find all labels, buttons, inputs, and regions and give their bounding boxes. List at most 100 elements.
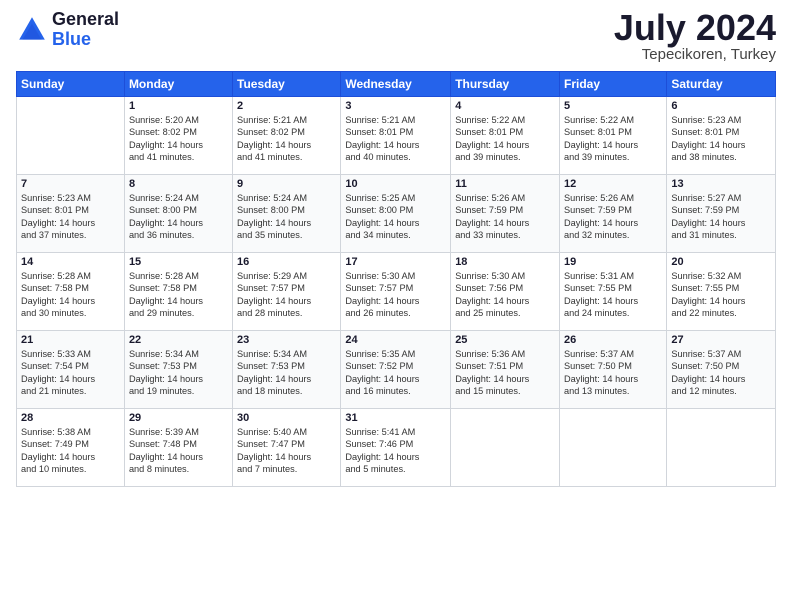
logo-text: General Blue <box>52 10 119 50</box>
day-number: 10 <box>345 178 446 190</box>
day-number: 8 <box>129 178 228 190</box>
day-cell <box>17 97 125 175</box>
day-cell: 25 Sunrise: 5:36 AM Sunset: 7:51 PM Dayli… <box>451 331 560 409</box>
day-number: 16 <box>237 256 336 268</box>
col-wednesday: Wednesday <box>341 72 451 97</box>
day-cell: 16 Sunrise: 5:29 AM Sunset: 7:57 PM Dayli… <box>233 253 341 331</box>
day-cell: 11 Sunrise: 5:26 AM Sunset: 7:59 PM Dayli… <box>451 175 560 253</box>
day-number: 13 <box>671 178 771 190</box>
day-cell: 4Sunrise: 5:22 AM Sunset: 8:01 PM Daylig… <box>451 97 560 175</box>
logo-blue: Blue <box>52 29 91 49</box>
day-info: Sunrise: 5:28 AM Sunset: 7:58 PM Dayligh… <box>129 270 228 320</box>
day-info: Sunrise: 5:20 AM Sunset: 8:02 PM Dayligh… <box>129 114 228 164</box>
day-number: 6 <box>671 100 771 112</box>
day-info: Sunrise: 5:21 AM Sunset: 8:02 PM Dayligh… <box>237 114 336 164</box>
day-cell: 17Sunrise: 5:30 AM Sunset: 7:57 PM Dayli… <box>341 253 451 331</box>
day-number: 31 <box>345 412 446 424</box>
day-info: Sunrise: 5:34 AM Sunset: 7:53 PM Dayligh… <box>237 348 336 398</box>
day-cell: 1 Sunrise: 5:20 AM Sunset: 8:02 PM Daylig… <box>124 97 232 175</box>
day-number: 20 <box>671 256 771 268</box>
day-info: Sunrise: 5:38 AM Sunset: 7:49 PM Dayligh… <box>21 426 120 476</box>
col-saturday: Saturday <box>667 72 776 97</box>
day-cell: 7 Sunrise: 5:23 AM Sunset: 8:01 PM Daylig… <box>17 175 125 253</box>
day-number: 15 <box>129 256 228 268</box>
week-row-3: 14 Sunrise: 5:28 AM Sunset: 7:58 PM Dayli… <box>17 253 776 331</box>
col-tuesday: Tuesday <box>233 72 341 97</box>
day-cell: 31 Sunrise: 5:41 AM Sunset: 7:46 PM Dayli… <box>341 409 451 487</box>
day-number: 11 <box>455 178 555 190</box>
day-cell: 21Sunrise: 5:33 AM Sunset: 7:54 PM Dayli… <box>17 331 125 409</box>
day-cell: 29 Sunrise: 5:39 AM Sunset: 7:48 PM Dayli… <box>124 409 232 487</box>
day-cell: 5Sunrise: 5:22 AM Sunset: 8:01 PM Daylig… <box>560 97 667 175</box>
day-cell <box>560 409 667 487</box>
week-row-4: 21Sunrise: 5:33 AM Sunset: 7:54 PM Dayli… <box>17 331 776 409</box>
day-cell: 23 Sunrise: 5:34 AM Sunset: 7:53 PM Dayli… <box>233 331 341 409</box>
day-number: 23 <box>237 334 336 346</box>
day-number: 29 <box>129 412 228 424</box>
day-cell: 12 Sunrise: 5:26 AM Sunset: 7:59 PM Dayli… <box>560 175 667 253</box>
day-info: Sunrise: 5:31 AM Sunset: 7:55 PM Dayligh… <box>564 270 662 320</box>
week-row-2: 7 Sunrise: 5:23 AM Sunset: 8:01 PM Daylig… <box>17 175 776 253</box>
day-info: Sunrise: 5:23 AM Sunset: 8:01 PM Dayligh… <box>21 192 120 242</box>
logo-icon <box>16 14 48 46</box>
day-cell: 19 Sunrise: 5:31 AM Sunset: 7:55 PM Dayli… <box>560 253 667 331</box>
col-sunday: Sunday <box>17 72 125 97</box>
logo: General Blue <box>16 10 119 50</box>
day-cell: 26 Sunrise: 5:37 AM Sunset: 7:50 PM Dayli… <box>560 331 667 409</box>
day-cell: 18Sunrise: 5:30 AM Sunset: 7:56 PM Dayli… <box>451 253 560 331</box>
day-info: Sunrise: 5:24 AM Sunset: 8:00 PM Dayligh… <box>129 192 228 242</box>
col-monday: Monday <box>124 72 232 97</box>
day-info: Sunrise: 5:22 AM Sunset: 8:01 PM Dayligh… <box>455 114 555 164</box>
day-info: Sunrise: 5:24 AM Sunset: 8:00 PM Dayligh… <box>237 192 336 242</box>
day-info: Sunrise: 5:32 AM Sunset: 7:55 PM Dayligh… <box>671 270 771 320</box>
day-info: Sunrise: 5:35 AM Sunset: 7:52 PM Dayligh… <box>345 348 446 398</box>
day-number: 5 <box>564 100 662 112</box>
day-info: Sunrise: 5:25 AM Sunset: 8:00 PM Dayligh… <box>345 192 446 242</box>
day-number: 14 <box>21 256 120 268</box>
day-number: 17 <box>345 256 446 268</box>
day-number: 22 <box>129 334 228 346</box>
day-number: 12 <box>564 178 662 190</box>
day-info: Sunrise: 5:30 AM Sunset: 7:56 PM Dayligh… <box>455 270 555 320</box>
day-number: 1 <box>129 100 228 112</box>
day-number: 19 <box>564 256 662 268</box>
day-number: 24 <box>345 334 446 346</box>
day-cell: 2Sunrise: 5:21 AM Sunset: 8:02 PM Daylig… <box>233 97 341 175</box>
week-row-5: 28 Sunrise: 5:38 AM Sunset: 7:49 PM Dayli… <box>17 409 776 487</box>
col-thursday: Thursday <box>451 72 560 97</box>
day-info: Sunrise: 5:39 AM Sunset: 7:48 PM Dayligh… <box>129 426 228 476</box>
day-number: 25 <box>455 334 555 346</box>
day-info: Sunrise: 5:36 AM Sunset: 7:51 PM Dayligh… <box>455 348 555 398</box>
col-friday: Friday <box>560 72 667 97</box>
day-cell: 15 Sunrise: 5:28 AM Sunset: 7:58 PM Dayli… <box>124 253 232 331</box>
day-info: Sunrise: 5:21 AM Sunset: 8:01 PM Dayligh… <box>345 114 446 164</box>
calendar-body: 1 Sunrise: 5:20 AM Sunset: 8:02 PM Daylig… <box>17 97 776 487</box>
weekday-row: Sunday Monday Tuesday Wednesday Thursday… <box>17 72 776 97</box>
day-cell: 3Sunrise: 5:21 AM Sunset: 8:01 PM Daylig… <box>341 97 451 175</box>
day-number: 28 <box>21 412 120 424</box>
day-info: Sunrise: 5:26 AM Sunset: 7:59 PM Dayligh… <box>564 192 662 242</box>
day-info: Sunrise: 5:27 AM Sunset: 7:59 PM Dayligh… <box>671 192 771 242</box>
day-info: Sunrise: 5:26 AM Sunset: 7:59 PM Dayligh… <box>455 192 555 242</box>
day-number: 7 <box>21 178 120 190</box>
day-info: Sunrise: 5:28 AM Sunset: 7:58 PM Dayligh… <box>21 270 120 320</box>
day-cell: 24 Sunrise: 5:35 AM Sunset: 7:52 PM Dayli… <box>341 331 451 409</box>
day-number: 26 <box>564 334 662 346</box>
calendar-table: Sunday Monday Tuesday Wednesday Thursday… <box>16 71 776 487</box>
day-number: 27 <box>671 334 771 346</box>
day-info: Sunrise: 5:40 AM Sunset: 7:47 PM Dayligh… <box>237 426 336 476</box>
day-cell: 30Sunrise: 5:40 AM Sunset: 7:47 PM Dayli… <box>233 409 341 487</box>
day-info: Sunrise: 5:34 AM Sunset: 7:53 PM Dayligh… <box>129 348 228 398</box>
day-cell <box>451 409 560 487</box>
location-subtitle: Tepecikoren, Turkey <box>614 46 776 63</box>
day-info: Sunrise: 5:29 AM Sunset: 7:57 PM Dayligh… <box>237 270 336 320</box>
day-info: Sunrise: 5:41 AM Sunset: 7:46 PM Dayligh… <box>345 426 446 476</box>
week-row-1: 1 Sunrise: 5:20 AM Sunset: 8:02 PM Daylig… <box>17 97 776 175</box>
day-cell: 27Sunrise: 5:37 AM Sunset: 7:50 PM Dayli… <box>667 331 776 409</box>
day-cell: 8 Sunrise: 5:24 AM Sunset: 8:00 PM Daylig… <box>124 175 232 253</box>
day-info: Sunrise: 5:23 AM Sunset: 8:01 PM Dayligh… <box>671 114 771 164</box>
day-cell: 14 Sunrise: 5:28 AM Sunset: 7:58 PM Dayli… <box>17 253 125 331</box>
day-info: Sunrise: 5:33 AM Sunset: 7:54 PM Dayligh… <box>21 348 120 398</box>
day-info: Sunrise: 5:37 AM Sunset: 7:50 PM Dayligh… <box>564 348 662 398</box>
day-number: 9 <box>237 178 336 190</box>
